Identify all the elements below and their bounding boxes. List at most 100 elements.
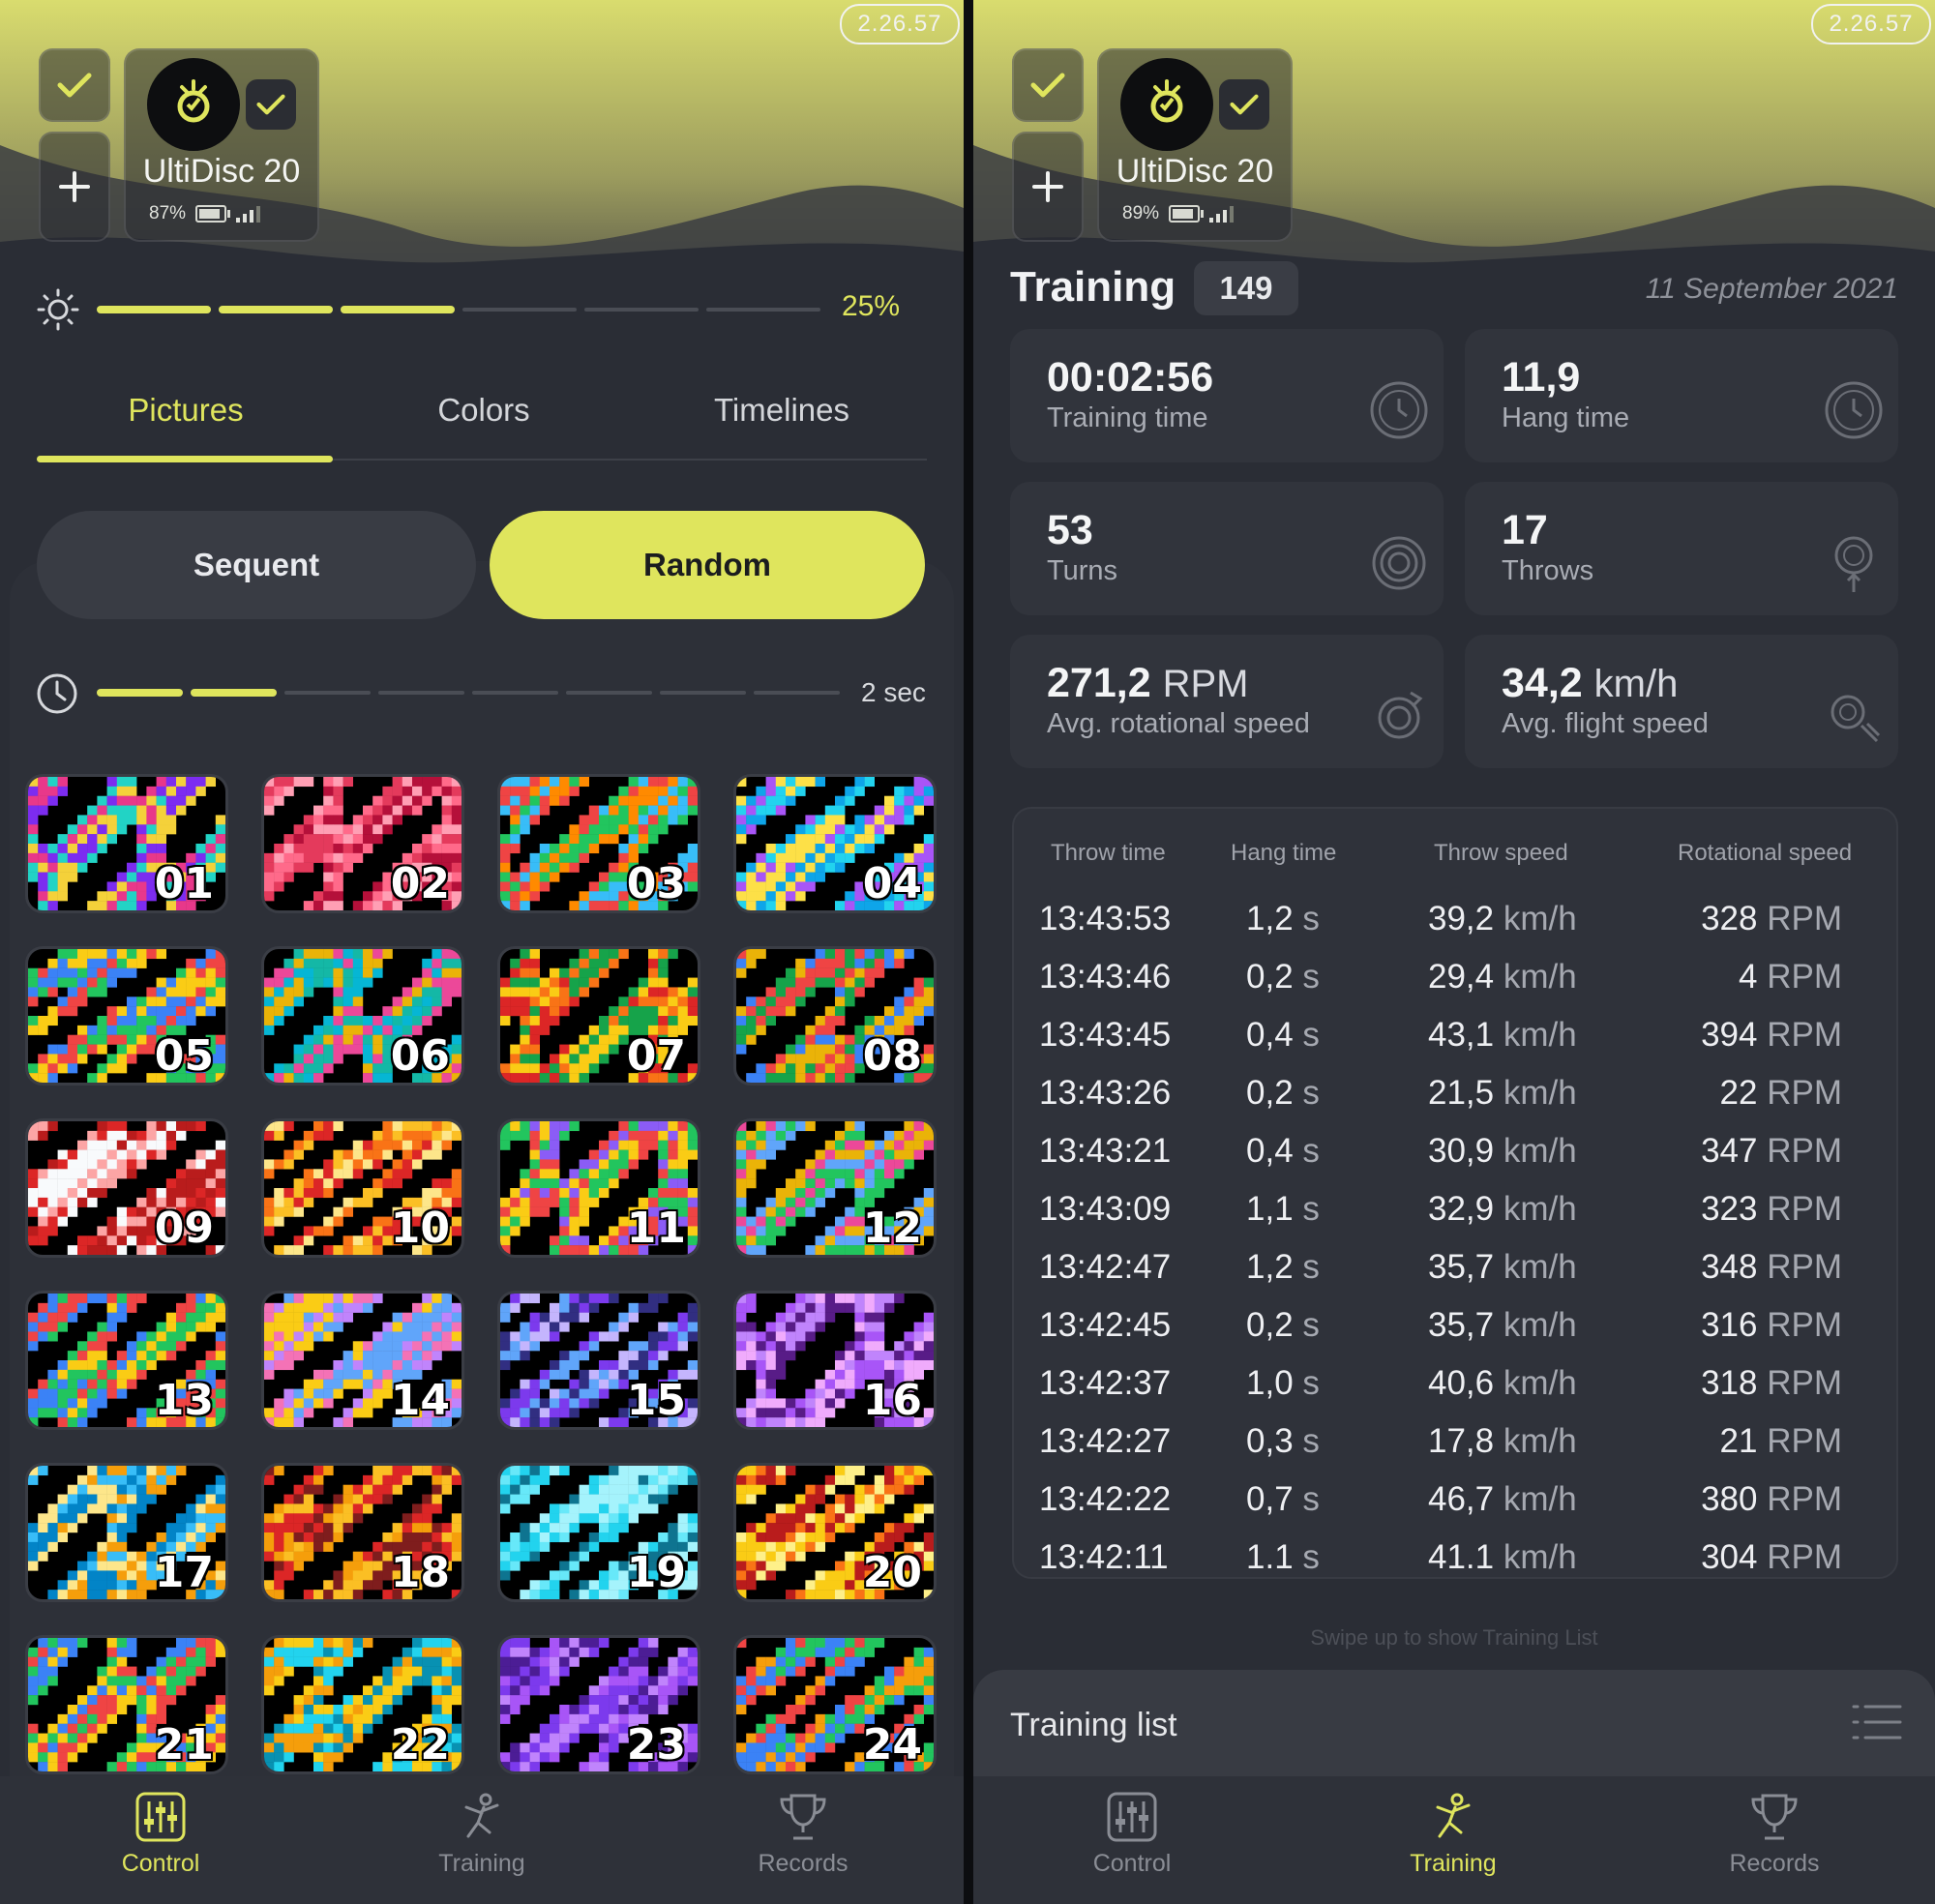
throws-table[interactable]: Throw time Hang time Throw speed Rotatio… (1012, 807, 1898, 1579)
table-row[interactable]: 13:42:27 0,3 s 17,8 km/h 21 RPM (1014, 1422, 1896, 1480)
rot-value: 380 (1701, 1480, 1758, 1518)
picture-thumbnail[interactable]: 01 (25, 774, 228, 913)
picture-number: 01 (154, 859, 214, 908)
picture-number: 05 (154, 1031, 214, 1081)
ultidisc-logo-icon (147, 58, 240, 151)
nav-training[interactable]: Training (385, 1790, 579, 1878)
rotational-speed-cell: 22 RPM (1720, 1074, 1842, 1113)
picture-thumbnail[interactable]: 10 (261, 1118, 464, 1258)
hang-unit: s (1302, 1538, 1320, 1576)
table-row[interactable]: 13:42:47 1,2 s 35,7 km/h 348 RPM (1014, 1248, 1896, 1306)
picture-thumbnail[interactable]: 02 (261, 774, 464, 913)
select-all-button[interactable] (1012, 48, 1084, 122)
device-card[interactable]: UltiDisc 20 89% (1097, 48, 1293, 242)
device-selected-check-icon[interactable] (246, 79, 296, 130)
hang-time-cell: 0,3 s (1246, 1422, 1320, 1461)
speed-value: 30,9 (1428, 1132, 1495, 1170)
slider-segment (284, 691, 371, 695)
rot-unit: RPM (1767, 900, 1842, 937)
tab-pictures[interactable]: Pictures (41, 392, 331, 429)
slider-segment (191, 689, 277, 697)
picture-number: 22 (390, 1720, 450, 1770)
device-card[interactable]: UltiDisc 20 87% (124, 48, 319, 242)
picture-thumbnail[interactable]: 17 (25, 1463, 228, 1602)
picture-number: 21 (154, 1720, 214, 1770)
table-row[interactable]: 13:42:45 0,2 s 35,7 km/h 316 RPM (1014, 1306, 1896, 1364)
add-device-button[interactable] (1012, 132, 1084, 242)
hang-unit: s (1302, 1364, 1320, 1402)
table-row[interactable]: 13:43:45 0,4 s 43,1 km/h 394 RPM (1014, 1016, 1896, 1074)
picture-thumbnail[interactable]: 16 (733, 1291, 937, 1430)
nav-control[interactable]: Control (1035, 1790, 1229, 1878)
rot-value: 4 (1739, 958, 1758, 996)
table-row[interactable]: 13:42:11 1.1 s 41.1 km/h 304 RPM (1014, 1538, 1896, 1577)
tab-timelines[interactable]: Timelines (637, 392, 927, 429)
signal-icon (1209, 205, 1235, 223)
picture-thumbnail[interactable]: 06 (261, 946, 464, 1086)
col-hang-time: Hang time (1231, 840, 1337, 866)
hang-unit: s (1302, 1480, 1320, 1518)
picture-thumbnail[interactable]: 09 (25, 1118, 228, 1258)
throw-time-cell: 13:42:22 (1039, 1480, 1172, 1518)
tab-colors[interactable]: Colors (339, 392, 629, 429)
hang-value: 0,2 (1246, 1306, 1294, 1344)
speed-value: 43,1 (1428, 1016, 1495, 1054)
table-row[interactable]: 13:43:46 0,2 s 29,4 km/h 4 RPM (1014, 958, 1896, 1016)
picture-thumbnail[interactable]: 24 (733, 1635, 937, 1774)
hang-time-cell: 1,2 s (1246, 900, 1320, 938)
picture-thumbnail[interactable]: 03 (497, 774, 700, 913)
table-row[interactable]: 13:43:53 1,2 s 39,2 km/h 328 RPM (1014, 900, 1896, 958)
flying-disc-icon (1831, 695, 1881, 743)
speed-unit: km/h (1503, 1422, 1577, 1460)
table-row[interactable]: 13:42:37 1,0 s 40,6 km/h 318 RPM (1014, 1364, 1896, 1422)
training-date: 11 September 2021 (1645, 273, 1898, 305)
table-row[interactable]: 13:43:09 1,1 s 32,9 km/h 323 RPM (1014, 1190, 1896, 1248)
hang-unit: s (1302, 1248, 1320, 1286)
speed-unit: km/h (1503, 900, 1577, 937)
speed-value: 35,7 (1428, 1248, 1495, 1286)
picture-thumbnail[interactable]: 21 (25, 1635, 228, 1774)
rot-speed-label: Avg. rotational speed (1047, 708, 1310, 739)
ultidisc-logo-icon (1120, 58, 1213, 151)
nav-control[interactable]: Control (64, 1790, 257, 1878)
throw-speed-cell: 46,7 km/h (1428, 1480, 1577, 1519)
picture-thumbnail[interactable]: 07 (497, 946, 700, 1086)
picture-thumbnail[interactable]: 13 (25, 1291, 228, 1430)
picture-thumbnail[interactable]: 15 (497, 1291, 700, 1430)
table-row[interactable]: 13:43:21 0,4 s 30,9 km/h 347 RPM (1014, 1132, 1896, 1190)
table-row[interactable]: 13:42:22 0,7 s 46,7 km/h 380 RPM (1014, 1480, 1896, 1538)
device-selected-check-icon[interactable] (1219, 79, 1269, 130)
random-mode-button[interactable]: Random (490, 511, 925, 619)
interval-value: 2 sec (861, 677, 926, 707)
picture-thumbnail[interactable]: 11 (497, 1118, 700, 1258)
picture-thumbnail[interactable]: 18 (261, 1463, 464, 1602)
picture-thumbnail[interactable]: 22 (261, 1635, 464, 1774)
picture-thumbnail[interactable]: 20 (733, 1463, 937, 1602)
speed-unit: km/h (1503, 1248, 1577, 1286)
hang-time-cell: 1,2 s (1246, 1248, 1320, 1287)
picture-thumbnail[interactable]: 14 (261, 1291, 464, 1430)
picture-thumbnail[interactable]: 04 (733, 774, 937, 913)
rotational-speed-cell: 347 RPM (1701, 1132, 1842, 1171)
picture-thumbnail[interactable]: 05 (25, 946, 228, 1086)
select-all-button[interactable] (39, 48, 110, 122)
picture-thumbnail[interactable]: 23 (497, 1635, 700, 1774)
slider-segment (97, 689, 183, 697)
nav-records[interactable]: Records (1678, 1790, 1871, 1878)
nav-training[interactable]: Training (1356, 1790, 1550, 1878)
add-device-button[interactable] (39, 132, 110, 242)
slider-segment (462, 308, 577, 312)
nav-records[interactable]: Records (706, 1790, 900, 1878)
hang-value: 0,2 (1246, 958, 1294, 996)
interval-slider[interactable] (97, 673, 840, 712)
rot-value: 22 (1719, 1074, 1758, 1112)
sequent-mode-button[interactable]: Sequent (37, 511, 476, 619)
table-row[interactable]: 13:43:26 0,2 s 21,5 km/h 22 RPM (1014, 1074, 1896, 1132)
picture-thumbnail[interactable]: 19 (497, 1463, 700, 1602)
picture-thumbnail[interactable]: 12 (733, 1118, 937, 1258)
rot-unit: RPM (1767, 958, 1842, 996)
brightness-slider[interactable] (97, 290, 820, 329)
trophy-icon (780, 1794, 826, 1840)
hang-value: 1,2 (1246, 1248, 1294, 1286)
picture-thumbnail[interactable]: 08 (733, 946, 937, 1086)
